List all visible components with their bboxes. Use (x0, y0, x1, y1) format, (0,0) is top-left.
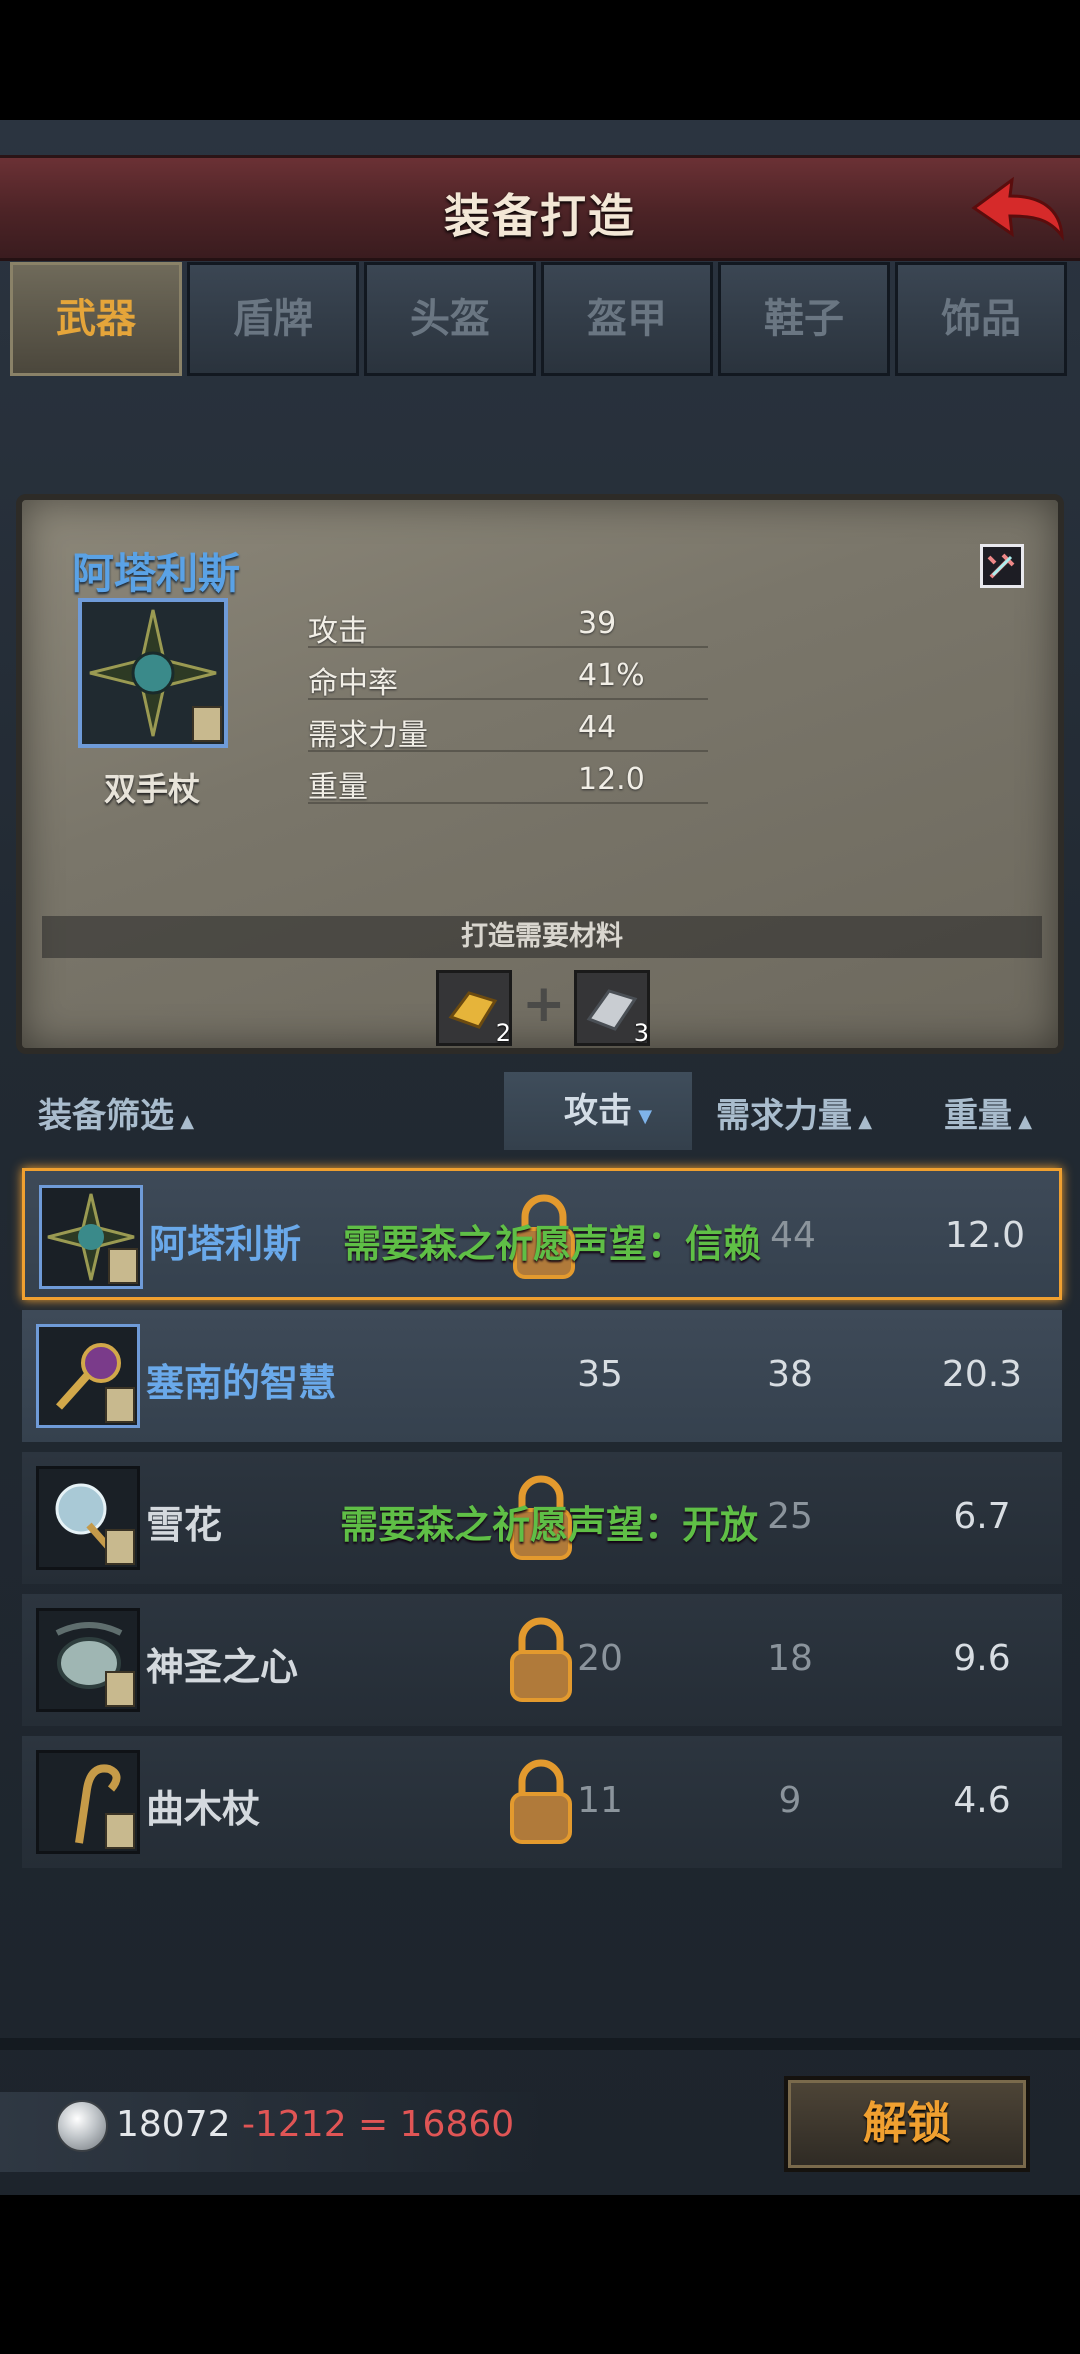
weight-value: 6.7 (953, 1496, 1011, 1537)
item-name: 阿塔利斯 (149, 1222, 302, 1266)
stat-label: 命中率 (308, 666, 398, 701)
back-button[interactable] (966, 174, 1066, 244)
requirement-text: 需要森之祈愿声望：开放 (340, 1503, 759, 1547)
tab-accessory[interactable]: 饰品 (895, 262, 1067, 376)
stat-hit-rate: 命中率 41% (308, 652, 708, 701)
filter-button[interactable]: 装备筛选 ▲ (38, 1088, 194, 1137)
title-bar: 装备打造 (0, 155, 1080, 261)
table-row[interactable]: 塞南的智慧 35 38 20.3 (22, 1310, 1062, 1442)
item-type: 双手杖 (103, 770, 200, 808)
item-icon (36, 1324, 140, 1428)
plus-icon: + (522, 974, 566, 1034)
stat-strength: 需求力量 44 (308, 704, 708, 753)
column-label: 重量 (944, 1096, 1012, 1136)
item-icon (36, 1608, 140, 1712)
sort-up-icon: ▲ (852, 1111, 873, 1132)
silver-coin-icon (56, 2100, 108, 2152)
table-row[interactable]: 神圣之心 20 18 9.6 (22, 1594, 1062, 1726)
money-cost: -1212 (241, 2104, 347, 2145)
attack-value: 35 (577, 1354, 623, 1395)
item-thumbnail (78, 598, 228, 748)
sort-down-icon: ▼ (632, 1106, 653, 1127)
weight-value: 12.0 (944, 1215, 1026, 1256)
sort-weight[interactable]: 重量 ▲ (944, 1088, 1032, 1137)
item-detail-panel: 阿塔利斯 双手杖 攻击 39 命中率 41% 需求力量 44 重量 12.0 打… (16, 494, 1064, 1054)
weight-value: 9.6 (953, 1638, 1011, 1679)
tab-armor[interactable]: 盔甲 (541, 262, 713, 376)
divider (0, 2038, 1080, 2050)
item-name: 阿塔利斯 (72, 549, 241, 598)
page-title: 装备打造 (444, 189, 636, 243)
item-icon (36, 1466, 140, 1570)
tab-helmet[interactable]: 头盔 (364, 262, 536, 376)
back-arrow-icon (971, 176, 1064, 241)
item-name: 神圣之心 (146, 1645, 299, 1689)
filter-header: 装备筛选 ▲ 攻击 ▼ 需求力量 ▲ 重量 ▲ (0, 1072, 1080, 1150)
money-base: 18072 (116, 2104, 231, 2145)
stat-weight: 重量 12.0 (308, 756, 708, 805)
stat-attack: 攻击 39 (308, 600, 708, 649)
category-tabs: 武器 盾牌 头盔 盔甲 鞋子 饰品 (10, 262, 1070, 380)
strength-value: 9 (778, 1780, 802, 1821)
item-name: 雪花 (146, 1503, 223, 1547)
item-name: 塞南的智慧 (146, 1361, 337, 1405)
stat-value: 12.0 (578, 762, 645, 797)
scroll-badge-icon (192, 706, 222, 742)
table-row[interactable]: 雪花 需要森之祈愿声望：开放 25 6.7 (22, 1452, 1062, 1584)
scroll-badge-icon (105, 1387, 135, 1423)
item-icon (36, 1750, 140, 1854)
material-count: 3 (633, 1019, 649, 1047)
strength-value: 25 (767, 1496, 813, 1537)
column-label: 需求力量 (716, 1096, 852, 1136)
game-screen (0, 120, 1080, 2195)
tab-shoes[interactable]: 鞋子 (718, 262, 890, 376)
scroll-badge-icon (108, 1248, 138, 1284)
sort-attack[interactable]: 攻击 ▼ (504, 1072, 693, 1150)
column-label: 攻击 (564, 1091, 632, 1131)
weight-value: 20.3 (941, 1354, 1023, 1395)
weight-value: 4.6 (953, 1780, 1011, 1821)
tab-shield[interactable]: 盾牌 (187, 262, 359, 376)
material-slot[interactable]: 3 (574, 970, 650, 1047)
sort-up-icon: ▲ (174, 1111, 195, 1132)
stat-label: 需求力量 (308, 718, 428, 753)
scroll-badge-icon (105, 1529, 135, 1565)
stat-value: 41% (578, 658, 645, 693)
material-slot[interactable]: 2 (436, 970, 512, 1047)
forge-hammer-icon[interactable] (980, 544, 1024, 588)
sort-up-icon: ▲ (1012, 1111, 1033, 1132)
strength-value: 18 (767, 1638, 813, 1679)
stat-label: 重量 (308, 770, 368, 805)
table-row[interactable]: 曲木杖 11 9 4.6 (22, 1736, 1062, 1868)
attack-value: 11 (577, 1780, 623, 1821)
stat-label: 攻击 (308, 614, 368, 649)
strength-value: 38 (767, 1354, 813, 1395)
money-result: = 16860 (358, 2104, 515, 2145)
scroll-badge-icon (105, 1671, 135, 1707)
material-count: 2 (495, 1019, 511, 1047)
filter-label: 装备筛选 (38, 1096, 174, 1136)
item-icon (39, 1185, 143, 1289)
strength-value: 44 (770, 1215, 816, 1256)
sort-strength[interactable]: 需求力量 ▲ (716, 1088, 872, 1137)
item-name: 曲木杖 (146, 1787, 261, 1831)
scroll-badge-icon (105, 1813, 135, 1849)
table-row[interactable]: 阿塔利斯 需要森之祈愿声望：信赖 44 12.0 (22, 1168, 1062, 1300)
requirement-text: 需要森之祈愿声望：信赖 (343, 1222, 762, 1266)
stat-value: 44 (578, 710, 617, 745)
unlock-button[interactable]: 解锁 (784, 2076, 1030, 2172)
stat-value: 39 (578, 606, 617, 641)
money-calculation: 18072 -1212 = 16860 (116, 2104, 514, 2145)
attack-value: 20 (577, 1638, 623, 1679)
tab-weapon[interactable]: 武器 (10, 262, 182, 376)
materials-label: 打造需要材料 (42, 916, 1042, 958)
